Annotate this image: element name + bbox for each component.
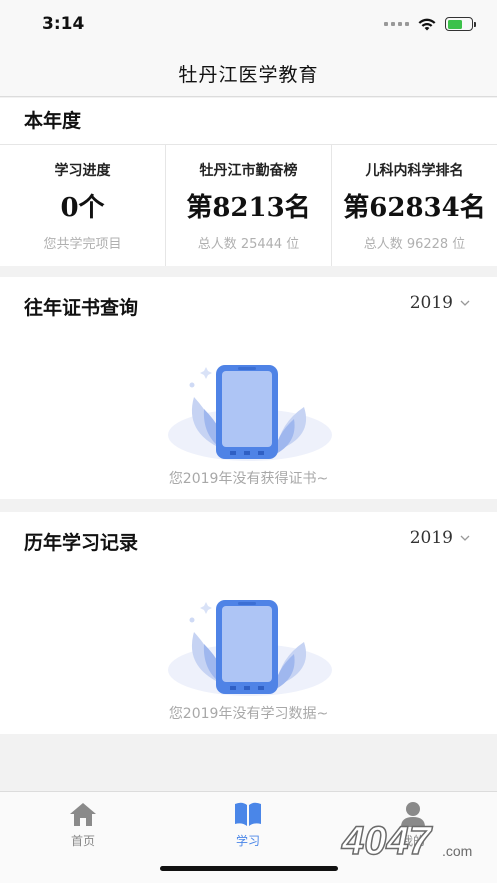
stat-sub: 您共学完项目 xyxy=(43,237,122,252)
tab-label: 首页 xyxy=(70,834,95,848)
year-summary-card: 本年度 学习进度 0个 您共学完项目 牡丹江市勤奋榜 第8213名 总人数 25… xyxy=(0,98,497,266)
battery-icon xyxy=(445,17,476,31)
status-icons xyxy=(384,16,476,32)
stat-progress[interactable]: 学习进度 0个 您共学完项目 xyxy=(0,145,165,266)
page-title: 牡丹江医学教育 xyxy=(178,63,319,86)
stat-label: 学习进度 xyxy=(54,163,111,179)
chevron-down-icon xyxy=(460,535,470,541)
certificates-title: 往年证书查询 xyxy=(24,297,139,319)
status-time: 3:14 xyxy=(42,14,85,34)
svg-text:.com: .com xyxy=(442,843,472,859)
stat-value: 0个 xyxy=(60,193,105,223)
home-icon xyxy=(70,803,96,826)
year-value: 2019 xyxy=(409,528,453,548)
phone-illustration xyxy=(168,365,332,461)
records-year-select[interactable]: 2019 xyxy=(410,528,471,548)
watermark-logo: 4047 .com xyxy=(340,818,472,864)
year-value: 2019 xyxy=(409,293,453,313)
records-section: 历年学习记录 2019 您2019年没有学习数据~ xyxy=(0,512,497,734)
records-title: 历年学习记录 xyxy=(24,532,139,554)
stat-label: 牡丹江市勤奋榜 xyxy=(199,163,298,179)
stat-value: 第8213名 xyxy=(186,193,311,223)
wifi-icon xyxy=(418,18,436,31)
empty-message: 您2019年没有学习数据~ xyxy=(168,706,329,722)
certificates-section: 往年证书查询 2019 您2019年没有获得证书~ xyxy=(0,277,497,499)
svg-text:4047: 4047 xyxy=(341,819,433,863)
home-indicator xyxy=(160,866,338,871)
tab-study[interactable]: 学习 xyxy=(198,800,298,849)
tab-home[interactable]: 首页 xyxy=(33,800,133,849)
phone-illustration xyxy=(168,600,332,696)
stats-row: 学习进度 0个 您共学完项目 牡丹江市勤奋榜 第8213名 总人数 25444 … xyxy=(0,145,497,266)
chevron-down-icon xyxy=(460,300,470,306)
signal-icon xyxy=(384,22,409,26)
book-icon xyxy=(235,802,261,826)
year-summary-title: 本年度 xyxy=(24,110,82,132)
stat-city-rank[interactable]: 牡丹江市勤奋榜 第8213名 总人数 25444 位 xyxy=(165,145,331,266)
stat-sub: 总人数 25444 位 xyxy=(197,237,300,252)
tab-label: 学习 xyxy=(235,834,260,848)
stat-label: 儿科内科学排名 xyxy=(365,163,464,179)
nav-bar: 牡丹江医学教育 xyxy=(0,50,497,97)
empty-message: 您2019年没有获得证书~ xyxy=(168,471,329,487)
stat-sub: 总人数 96228 位 xyxy=(363,237,466,252)
status-bar: 3:14 xyxy=(0,0,497,50)
certificates-year-select[interactable]: 2019 xyxy=(410,293,471,313)
stat-subject-rank[interactable]: 儿科内科学排名 第62834名 总人数 96228 位 xyxy=(331,145,497,266)
stat-value: 第62834名 xyxy=(343,193,486,223)
